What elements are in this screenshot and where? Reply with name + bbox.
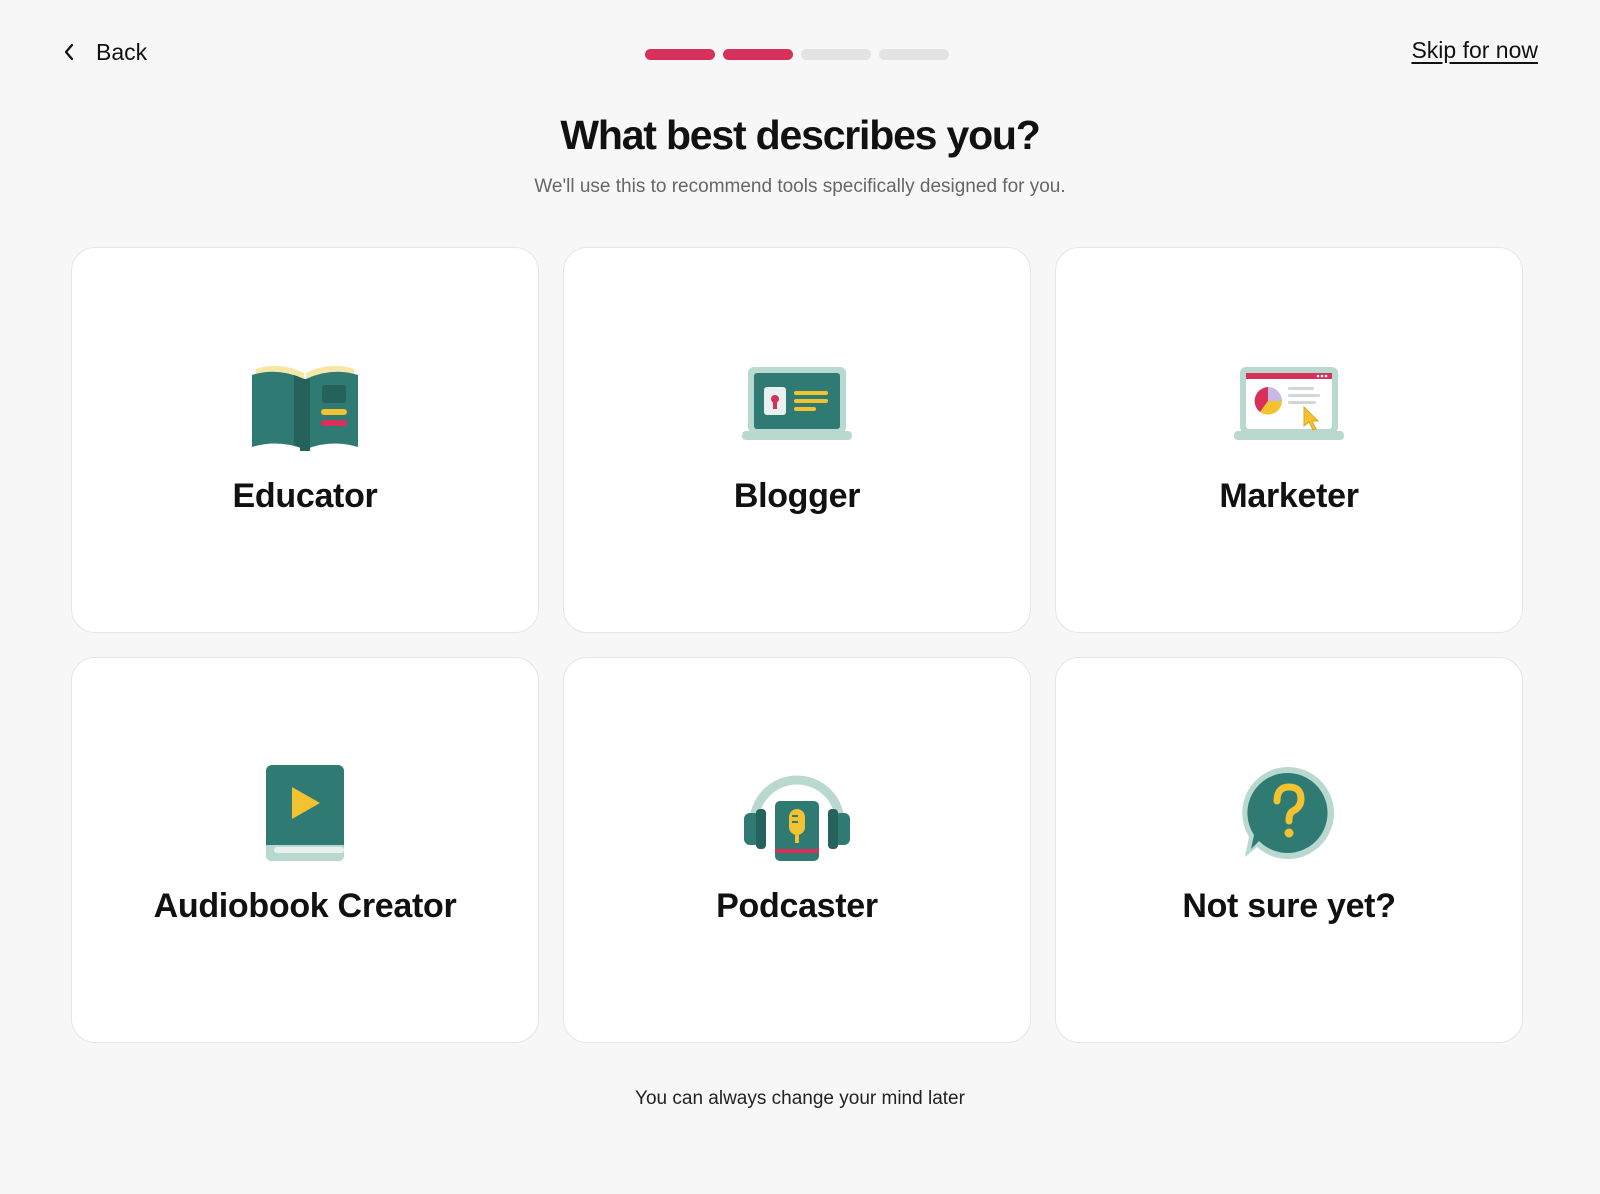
option-card-marketer[interactable]: Marketer	[1055, 247, 1523, 633]
progress-step-2	[723, 49, 793, 60]
option-card-educator[interactable]: Educator	[71, 247, 539, 633]
laptop-blog-icon	[742, 353, 852, 453]
option-label: Podcaster	[716, 886, 878, 925]
back-button[interactable]: Back	[62, 34, 147, 70]
option-label: Audiobook Creator	[153, 886, 457, 925]
open-book-icon	[250, 353, 360, 453]
footer-note: You can always change your mind later	[635, 1088, 965, 1109]
option-card-blogger[interactable]: Blogger	[563, 247, 1031, 633]
option-card-not-sure[interactable]: Not sure yet?	[1055, 657, 1523, 1043]
progress-step-4	[879, 49, 949, 60]
chevron-left-icon	[62, 42, 76, 62]
option-label: Not sure yet?	[1182, 886, 1396, 925]
onboarding-page: Back Skip for now What best describes yo…	[0, 0, 1600, 1194]
option-label: Educator	[232, 476, 378, 515]
headphones-mic-icon	[742, 763, 852, 863]
skip-for-now-link[interactable]: Skip for now	[1411, 37, 1538, 64]
option-label: Marketer	[1219, 476, 1359, 515]
option-card-audiobook-creator[interactable]: Audiobook Creator	[71, 657, 539, 1043]
back-label: Back	[96, 38, 148, 65]
question-bubble-icon	[1234, 763, 1344, 863]
play-book-icon	[250, 763, 360, 863]
option-label: Blogger	[733, 476, 861, 515]
option-card-podcaster[interactable]: Podcaster	[563, 657, 1031, 1043]
page-title: What best describes you?	[560, 112, 1040, 158]
role-options-grid: Educator Blogger Marketer Audiobook Crea…	[71, 247, 1524, 1043]
laptop-chart-icon	[1234, 353, 1344, 453]
progress-step-3	[801, 49, 871, 60]
progress-step-1	[645, 49, 715, 60]
page-subtitle: We'll use this to recommend tools specif…	[534, 176, 1066, 197]
progress-indicator	[645, 49, 949, 60]
